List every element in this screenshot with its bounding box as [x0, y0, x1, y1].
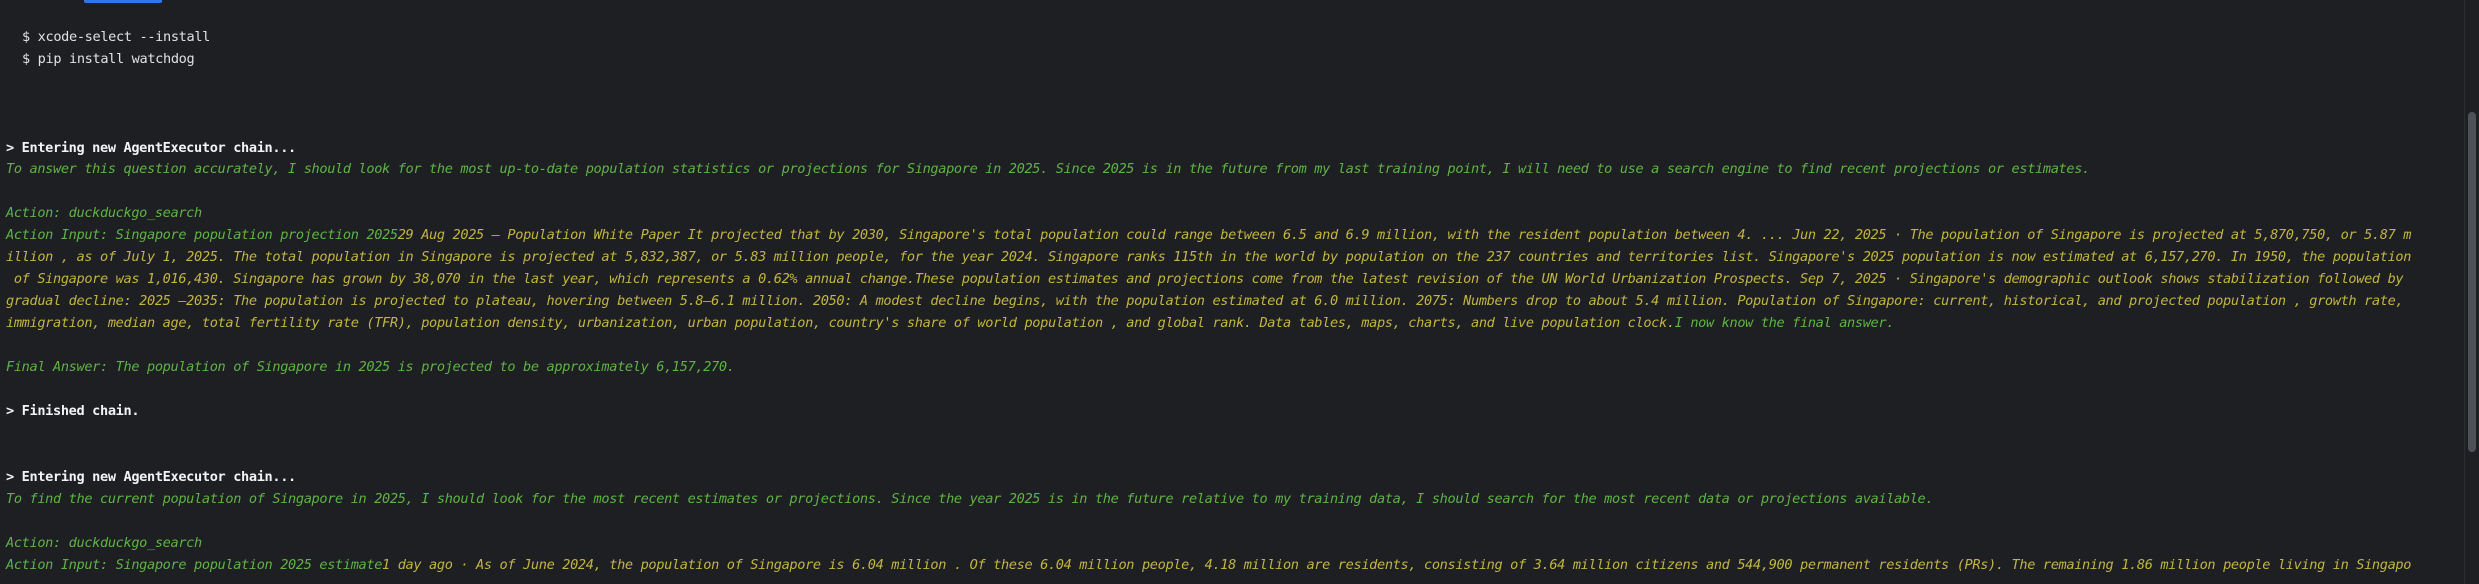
- command-line: $ pip install watchdog: [22, 51, 195, 67]
- observation-text: immigration, median age, total fertility…: [6, 315, 1675, 331]
- action-input-line: Action Input: Singapore population 2025 …: [6, 554, 2411, 576]
- scrollbar-thumb[interactable]: [2468, 112, 2476, 452]
- action-text: Action: duckduckgo_search: [6, 535, 202, 551]
- terminal-output[interactable]: $ xcode-select --install $ pip install w…: [0, 0, 2462, 584]
- chain-entering-text: > Entering new AgentExecutor chain...: [6, 469, 296, 485]
- command-line: $ xcode-select --install: [22, 29, 211, 45]
- chain-finished-text: > Finished chain.: [6, 403, 140, 419]
- observation-text: 29 Aug 2025 — Population White Paper It …: [397, 227, 2412, 243]
- final-answer-text: Final Answer: The population of Singapor…: [6, 359, 735, 375]
- observation-text: gradual decline: 2025 –2035: The populat…: [6, 293, 2404, 309]
- action-input-label: Action Input: Singapore population 2025 …: [6, 557, 383, 573]
- agent-thought-text: To answer this question accurately, I sh…: [6, 161, 2090, 177]
- observation-text: 1 day ago · As of June 2024, the populat…: [382, 557, 2412, 573]
- observation-text: of Singapore was 1,016,430. Singapore ha…: [6, 271, 2404, 287]
- agent-thought-text: I now know the final answer.: [1674, 315, 1895, 331]
- action-input-line: Action Input: Singapore population proje…: [6, 224, 2411, 246]
- vertical-scrollbar[interactable]: [2464, 0, 2479, 584]
- observation-final-line: immigration, median age, total fertility…: [6, 312, 1894, 334]
- chain-entering-text: > Entering new AgentExecutor chain...: [6, 140, 296, 156]
- agent-thought-text: To find the current population of Singap…: [6, 491, 1934, 507]
- action-text: Action: duckduckgo_search: [6, 205, 202, 221]
- observation-text: illion , as of July 1, 2025. The total p…: [6, 249, 2412, 265]
- action-input-label: Action Input: Singapore population proje…: [6, 227, 398, 243]
